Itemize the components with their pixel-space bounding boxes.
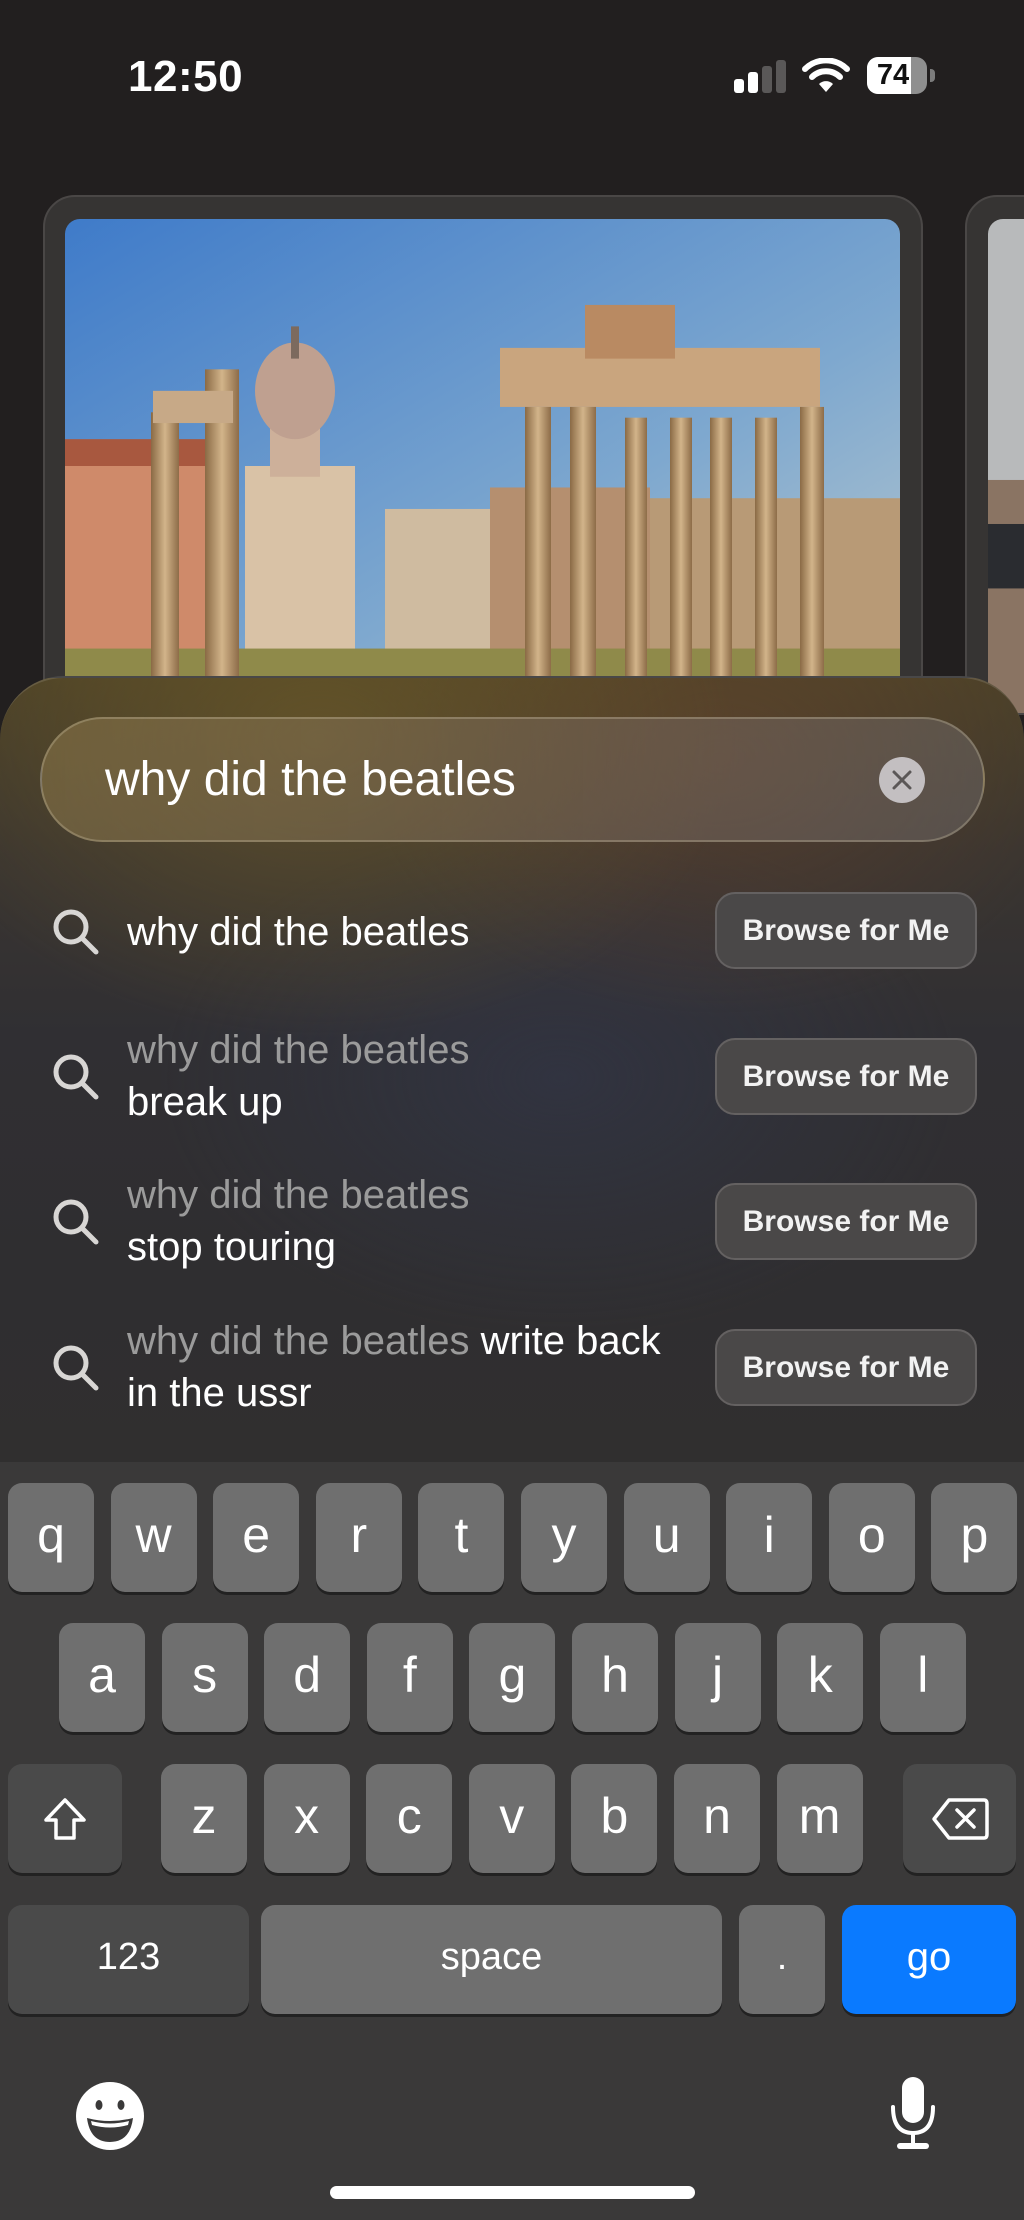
go-key[interactable]: go bbox=[842, 1905, 1016, 2014]
tab-card[interactable] bbox=[43, 195, 923, 715]
suggestion-prefix: why did the beatles bbox=[127, 1319, 470, 1363]
emoji-icon[interactable] bbox=[74, 2080, 146, 2152]
browse-for-me-button[interactable]: Browse for Me bbox=[715, 892, 977, 969]
browse-for-me-button[interactable]: Browse for Me bbox=[715, 1183, 977, 1260]
key-e[interactable]: e bbox=[213, 1483, 300, 1592]
clear-search-button[interactable] bbox=[879, 757, 925, 803]
search-input-value[interactable]: why did the beatles bbox=[105, 719, 516, 840]
search-input[interactable]: why did the beatles bbox=[40, 717, 985, 842]
status-time: 12:50 bbox=[128, 52, 244, 101]
battery-icon: 74 bbox=[867, 57, 927, 94]
key-g[interactable]: g bbox=[469, 1623, 556, 1732]
suggestion-text[interactable]: why did the beatles write back in the us… bbox=[127, 1315, 667, 1419]
key-b[interactable]: b bbox=[571, 1764, 658, 1873]
period-key[interactable]: . bbox=[739, 1905, 825, 2014]
clear-x-icon bbox=[892, 770, 912, 790]
suggestion-prefix: why did the beatles bbox=[127, 1173, 470, 1217]
key-i[interactable]: i bbox=[726, 1483, 813, 1592]
wifi-icon bbox=[802, 58, 850, 92]
search-icon bbox=[53, 1054, 99, 1100]
suggestion-row[interactable]: why did the beatles break up Browse for … bbox=[0, 1028, 1024, 1124]
stone-ruin-photo bbox=[988, 219, 1024, 713]
tab-thumbnail bbox=[65, 219, 900, 713]
shift-arrow-icon bbox=[44, 1797, 86, 1840]
browse-for-me-button[interactable]: Browse for Me bbox=[715, 1038, 977, 1115]
browse-for-me-button[interactable]: Browse for Me bbox=[715, 1329, 977, 1406]
numbers-key[interactable]: 123 bbox=[8, 1905, 249, 2014]
suggestion-row[interactable]: why did the beatles Browse for Me bbox=[0, 892, 1024, 969]
suggestion-prefix: why did the beatles bbox=[127, 1028, 470, 1072]
key-m[interactable]: m bbox=[776, 1764, 863, 1873]
tab-card[interactable] bbox=[965, 195, 1024, 715]
key-s[interactable]: s bbox=[161, 1623, 248, 1732]
battery-nub bbox=[930, 69, 935, 82]
key-d[interactable]: d bbox=[264, 1623, 351, 1732]
key-x[interactable]: x bbox=[263, 1764, 350, 1873]
suggestion-text[interactable]: why did the beatles stop touring bbox=[127, 1169, 687, 1273]
suggestion-text[interactable]: why did the beatles bbox=[127, 906, 687, 958]
key-q[interactable]: q bbox=[8, 1483, 94, 1592]
suggestion-row[interactable]: why did the beatles stop touring Browse … bbox=[0, 1173, 1024, 1269]
key-n[interactable]: n bbox=[674, 1764, 760, 1873]
key-k[interactable]: k bbox=[777, 1623, 864, 1732]
suggestion-query: why did the beatles bbox=[127, 910, 470, 954]
suggestion-completion: stop touring bbox=[127, 1225, 337, 1269]
battery-level: 74 bbox=[876, 59, 910, 91]
tab-thumbnail bbox=[988, 219, 1024, 713]
key-v[interactable]: v bbox=[468, 1764, 555, 1873]
key-l[interactable]: l bbox=[879, 1623, 966, 1732]
key-w[interactable]: w bbox=[110, 1483, 197, 1592]
home-indicator[interactable] bbox=[330, 2186, 695, 2199]
suggestion-text[interactable]: why did the beatles break up bbox=[127, 1024, 687, 1128]
key-r[interactable]: r bbox=[315, 1483, 402, 1592]
key-y[interactable]: y bbox=[521, 1483, 607, 1592]
search-icon bbox=[53, 1199, 99, 1245]
search-icon bbox=[53, 909, 99, 955]
microphone-icon[interactable] bbox=[888, 2075, 938, 2153]
backspace-icon bbox=[931, 1797, 989, 1840]
shift-key[interactable] bbox=[8, 1764, 122, 1873]
key-z[interactable]: z bbox=[161, 1764, 247, 1873]
key-a[interactable]: a bbox=[59, 1623, 145, 1732]
search-icon bbox=[53, 1345, 99, 1391]
key-t[interactable]: t bbox=[418, 1483, 505, 1592]
key-c[interactable]: c bbox=[366, 1764, 453, 1873]
suggestion-completion: break up bbox=[127, 1080, 283, 1124]
key-h[interactable]: h bbox=[572, 1623, 658, 1732]
key-j[interactable]: j bbox=[674, 1623, 761, 1732]
delete-key[interactable] bbox=[903, 1764, 1016, 1873]
key-u[interactable]: u bbox=[623, 1483, 710, 1592]
space-key[interactable]: space bbox=[261, 1905, 722, 2014]
key-o[interactable]: o bbox=[828, 1483, 915, 1592]
key-p[interactable]: p bbox=[931, 1483, 1018, 1592]
suggestion-row[interactable]: why did the beatles write back in the us… bbox=[0, 1319, 1024, 1415]
roman-forum-photo bbox=[65, 219, 900, 713]
key-f[interactable]: f bbox=[366, 1623, 453, 1732]
cellular-signal-icon bbox=[734, 60, 786, 93]
